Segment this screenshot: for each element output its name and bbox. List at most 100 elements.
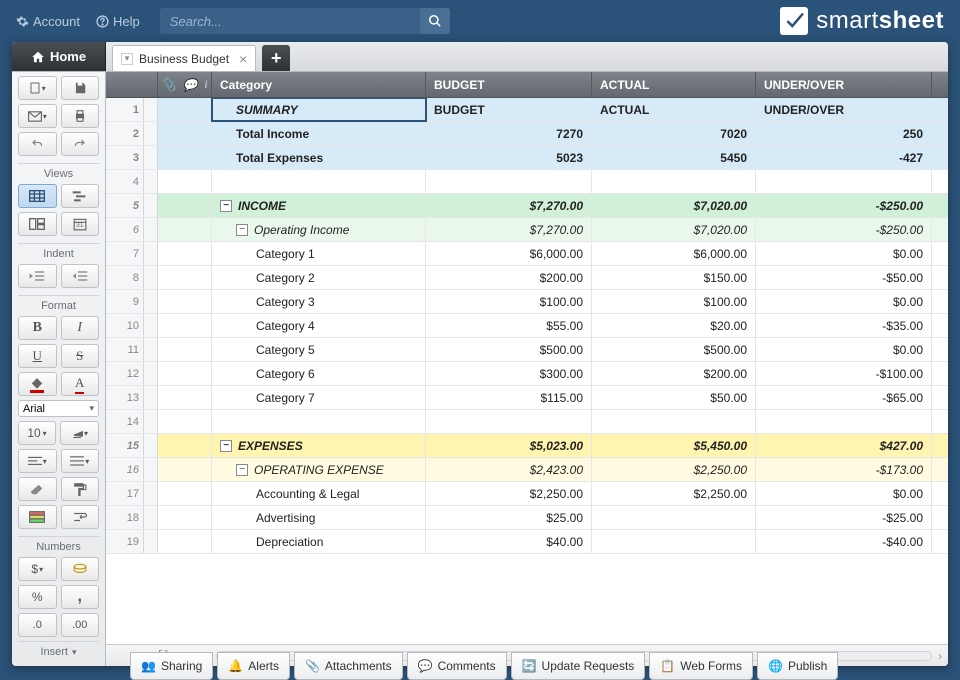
table-row[interactable]: 10Category 4$55.00$20.00-$35.00 bbox=[106, 314, 948, 338]
cell-budget[interactable]: $7,270.00 bbox=[426, 218, 592, 241]
cell-budget[interactable]: $115.00 bbox=[426, 386, 592, 409]
cell-under-over[interactable]: -$35.00 bbox=[756, 314, 932, 337]
table-row[interactable]: 8Category 2$200.00$150.00-$50.00 bbox=[106, 266, 948, 290]
row-number[interactable]: 3 bbox=[106, 146, 144, 169]
cell-budget[interactable]: $100.00 bbox=[426, 290, 592, 313]
table-row[interactable]: 9Category 3$100.00$100.00$0.00 bbox=[106, 290, 948, 314]
row-number[interactable]: 17 bbox=[106, 482, 144, 505]
currency-button[interactable]: $▾ bbox=[18, 557, 57, 581]
cell-under-over[interactable]: $427.00 bbox=[756, 434, 932, 457]
cell-actual[interactable] bbox=[592, 530, 756, 553]
comma-button[interactable]: , bbox=[61, 585, 100, 609]
cell-budget[interactable]: $25.00 bbox=[426, 506, 592, 529]
cell-budget[interactable] bbox=[426, 410, 592, 433]
cell-under-over[interactable]: -$65.00 bbox=[756, 386, 932, 409]
strike-button[interactable]: S bbox=[61, 344, 100, 368]
cell-category[interactable]: Total Expenses bbox=[212, 146, 426, 169]
cell-category[interactable] bbox=[212, 170, 426, 193]
cell-budget[interactable] bbox=[426, 170, 592, 193]
cell-budget[interactable]: $200.00 bbox=[426, 266, 592, 289]
comment-col-icon[interactable]: 💬 bbox=[183, 78, 198, 92]
col-header-budget[interactable]: BUDGET bbox=[426, 72, 592, 97]
table-row[interactable]: 19Depreciation$40.00-$40.00 bbox=[106, 530, 948, 554]
row-number[interactable]: 4 bbox=[106, 170, 144, 193]
cell-under-over[interactable]: $0.00 bbox=[756, 482, 932, 505]
cell-category[interactable]: Category 4 bbox=[212, 314, 426, 337]
save-button[interactable] bbox=[61, 76, 100, 100]
cell-under-over[interactable]: -$40.00 bbox=[756, 530, 932, 553]
row-number[interactable]: 16 bbox=[106, 458, 144, 481]
row-number[interactable]: 5 bbox=[106, 194, 144, 217]
increase-decimal-button[interactable]: .00 bbox=[61, 613, 100, 637]
row-number[interactable]: 19 bbox=[106, 530, 144, 553]
cell-actual[interactable]: $7,020.00 bbox=[592, 218, 756, 241]
table-row[interactable]: 14 bbox=[106, 410, 948, 434]
cell-under-over[interactable]: -$250.00 bbox=[756, 218, 932, 241]
fill-color-button[interactable] bbox=[18, 372, 57, 396]
align-button[interactable]: ▾ bbox=[18, 449, 57, 473]
format-painter-button[interactable] bbox=[61, 477, 100, 501]
row-number[interactable]: 8 bbox=[106, 266, 144, 289]
table-row[interactable]: 15−EXPENSES$5,023.00$5,450.00$427.00 bbox=[106, 434, 948, 458]
table-row[interactable]: 18 Advertising$25.00 -$25.00 bbox=[106, 506, 948, 530]
highlight-button[interactable]: ▾ bbox=[60, 421, 99, 445]
cell-category[interactable]: −OPERATING EXPENSE bbox=[212, 458, 426, 481]
cell-budget[interactable]: $5,023.00 bbox=[426, 434, 592, 457]
table-row[interactable]: 17Accounting & Legal$2,250.00$2,250.00$0… bbox=[106, 482, 948, 506]
alerts-tab[interactable]: 🔔Alerts bbox=[217, 652, 290, 680]
undo-button[interactable] bbox=[18, 132, 57, 156]
search-button[interactable] bbox=[420, 8, 450, 34]
card-view-button[interactable] bbox=[18, 212, 57, 236]
cell-category[interactable]: Total Income bbox=[212, 122, 426, 145]
collapse-toggle[interactable]: − bbox=[220, 440, 232, 452]
cell-budget[interactable]: $300.00 bbox=[426, 362, 592, 385]
wrap-text-button[interactable] bbox=[61, 505, 100, 529]
collapse-toggle[interactable]: − bbox=[236, 224, 248, 236]
collapse-toggle[interactable]: − bbox=[236, 464, 248, 476]
italic-button[interactable]: I bbox=[61, 316, 100, 340]
row-number[interactable]: 6 bbox=[106, 218, 144, 241]
cell-category[interactable]: Category 3 bbox=[212, 290, 426, 313]
email-button[interactable]: ▾ bbox=[18, 104, 57, 128]
sharing-tab[interactable]: 👥Sharing bbox=[130, 652, 213, 680]
currency-alt-button[interactable] bbox=[61, 557, 100, 581]
insert-section-label[interactable]: Insert▾ bbox=[18, 641, 99, 662]
row-number[interactable]: 11 bbox=[106, 338, 144, 361]
cell-actual[interactable]: $2,250.00 bbox=[592, 458, 756, 481]
cell-actual[interactable]: ACTUAL bbox=[592, 98, 756, 121]
cell-category[interactable]: Advertising bbox=[212, 506, 426, 529]
row-number[interactable]: 1 bbox=[106, 98, 144, 121]
redo-button[interactable] bbox=[61, 132, 100, 156]
row-number[interactable]: 18 bbox=[106, 506, 144, 529]
cell-category[interactable]: Category 2 bbox=[212, 266, 426, 289]
cell-actual[interactable]: 7020 bbox=[592, 122, 756, 145]
cell-budget[interactable]: $55.00 bbox=[426, 314, 592, 337]
row-number[interactable]: 7 bbox=[106, 242, 144, 265]
table-row[interactable]: 12Category 6$300.00$200.00-$100.00 bbox=[106, 362, 948, 386]
cell-under-over[interactable]: UNDER/OVER bbox=[756, 98, 932, 121]
cell-category[interactable]: −INCOME bbox=[212, 194, 426, 217]
cell-actual[interactable]: $150.00 bbox=[592, 266, 756, 289]
cell-under-over[interactable]: -$173.00 bbox=[756, 458, 932, 481]
cell-under-over[interactable]: -$25.00 bbox=[756, 506, 932, 529]
add-tab-button[interactable]: + bbox=[262, 45, 290, 71]
cell-actual[interactable]: $5,450.00 bbox=[592, 434, 756, 457]
conditional-format-button[interactable] bbox=[18, 505, 57, 529]
cell-under-over[interactable] bbox=[756, 170, 932, 193]
attachments-tab[interactable]: 📎Attachments bbox=[294, 652, 403, 680]
table-row[interactable]: 4 bbox=[106, 170, 948, 194]
cell-actual[interactable] bbox=[592, 506, 756, 529]
publish-tab[interactable]: 🌐Publish bbox=[757, 652, 838, 680]
info-col-icon[interactable]: i bbox=[204, 77, 207, 92]
table-row[interactable]: 13Category 7$115.00$50.00-$65.00 bbox=[106, 386, 948, 410]
cell-actual[interactable]: $50.00 bbox=[592, 386, 756, 409]
update-requests-tab[interactable]: 🔄Update Requests bbox=[511, 652, 646, 680]
table-row[interactable]: 3Total Expenses50235450-427 bbox=[106, 146, 948, 170]
font-family-select[interactable]: Arial▾ bbox=[18, 400, 99, 417]
cell-category[interactable]: Accounting & Legal bbox=[212, 482, 426, 505]
tab-dropdown-icon[interactable]: ▾ bbox=[121, 53, 133, 65]
cell-category[interactable]: SUMMARY bbox=[212, 98, 426, 121]
cell-budget[interactable]: 7270 bbox=[426, 122, 592, 145]
cell-category[interactable]: Category 7 bbox=[212, 386, 426, 409]
outdent-button[interactable] bbox=[18, 264, 57, 288]
